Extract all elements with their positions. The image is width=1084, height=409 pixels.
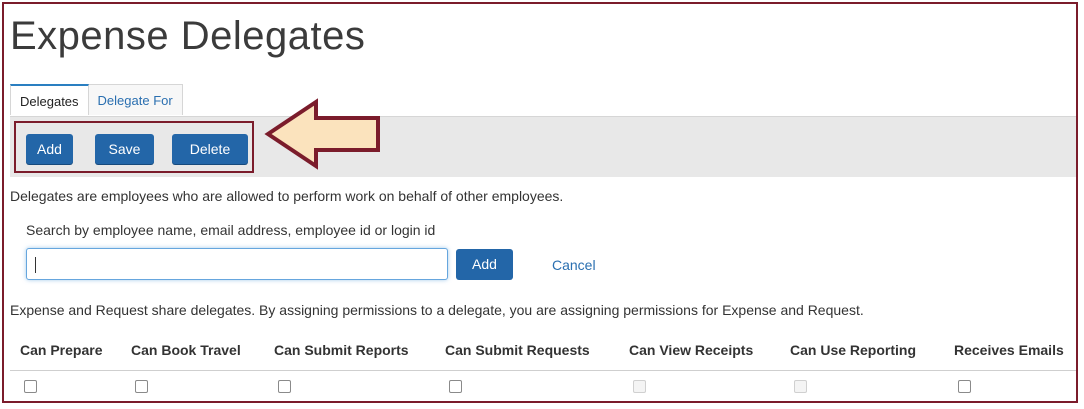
checkbox-can-use-reporting bbox=[794, 380, 807, 393]
tab-bar: Delegates Delegate For bbox=[10, 84, 183, 116]
search-label: Search by employee name, email address, … bbox=[26, 222, 436, 238]
header-can-submit-reports: Can Submit Reports bbox=[274, 342, 409, 358]
header-receives-emails: Receives Emails bbox=[954, 342, 1064, 358]
app-frame: Expense Delegates Delegates Delegate For… bbox=[2, 2, 1078, 403]
highlighted-button-group: Add Save Delete bbox=[14, 121, 254, 173]
search-input[interactable] bbox=[26, 248, 448, 280]
delegates-description: Delegates are employees who are allowed … bbox=[10, 188, 564, 204]
checkbox-can-prepare[interactable] bbox=[24, 380, 37, 393]
search-add-button[interactable]: Add bbox=[456, 249, 513, 280]
left-arrow-icon bbox=[264, 98, 380, 170]
checkbox-can-view-receipts bbox=[633, 380, 646, 393]
table-divider bbox=[10, 370, 1076, 371]
tab-delegates[interactable]: Delegates bbox=[10, 84, 89, 115]
cancel-link[interactable]: Cancel bbox=[552, 257, 596, 273]
tab-delegate-for[interactable]: Delegate For bbox=[88, 84, 183, 115]
checkbox-can-submit-requests[interactable] bbox=[449, 380, 462, 393]
share-note: Expense and Request share delegates. By … bbox=[10, 302, 864, 318]
checkbox-can-submit-reports[interactable] bbox=[278, 380, 291, 393]
header-can-use-reporting: Can Use Reporting bbox=[790, 342, 917, 358]
add-button[interactable]: Add bbox=[26, 134, 73, 164]
save-button[interactable]: Save bbox=[95, 134, 154, 164]
toolbar: Add Save Delete bbox=[10, 116, 1076, 177]
checkbox-receives-emails[interactable] bbox=[958, 380, 971, 393]
header-can-prepare: Can Prepare bbox=[20, 342, 103, 358]
delete-button[interactable]: Delete bbox=[172, 134, 248, 164]
header-can-submit-requests: Can Submit Requests bbox=[445, 342, 590, 358]
header-can-view-receipts: Can View Receipts bbox=[629, 342, 754, 358]
header-can-book-travel: Can Book Travel bbox=[131, 342, 241, 358]
page-title: Expense Delegates bbox=[10, 14, 366, 58]
checkbox-can-book-travel[interactable] bbox=[135, 380, 148, 393]
text-caret bbox=[35, 257, 36, 273]
